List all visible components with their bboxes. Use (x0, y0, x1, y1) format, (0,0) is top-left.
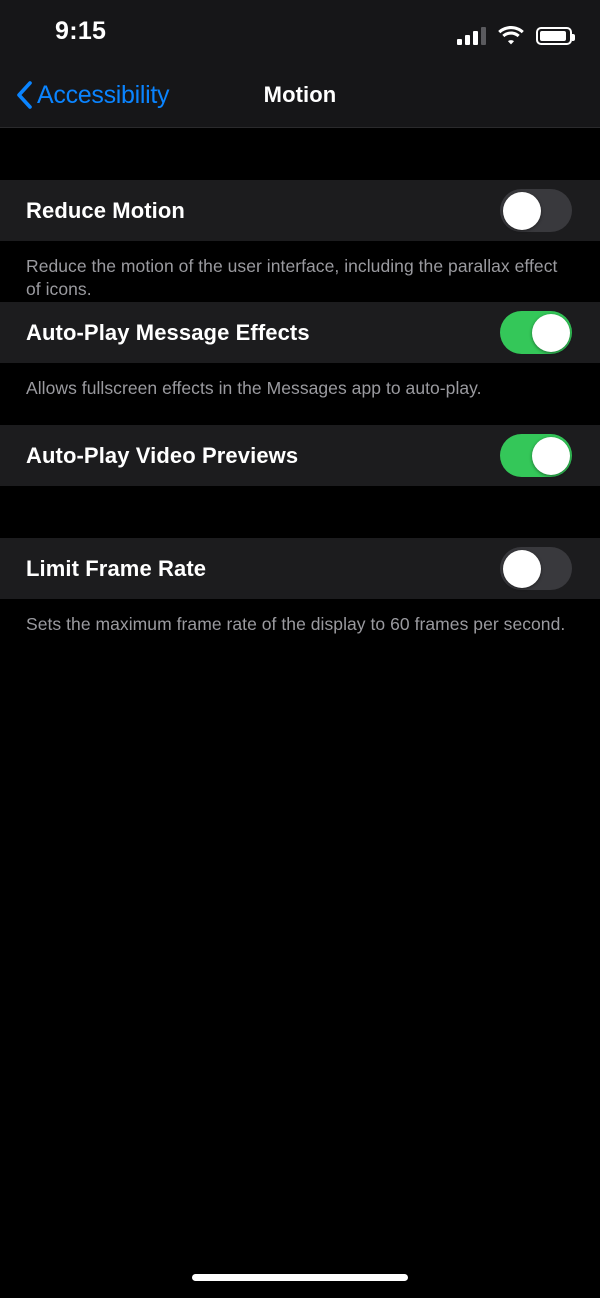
settings-list: Reduce Motion Reduce the motion of the u… (0, 129, 600, 1298)
section-reduce-motion: Reduce Motion Reduce the motion of the u… (0, 180, 600, 302)
cellular-bar-1 (457, 39, 462, 45)
row-auto-play-message-effects[interactable]: Auto-Play Message Effects (0, 302, 600, 363)
status-bar-time: 9:15 (55, 17, 107, 45)
cellular-bar-2 (465, 35, 470, 45)
toggle-auto-play-message-effects[interactable] (500, 311, 572, 354)
back-button[interactable]: Accessibility (16, 62, 170, 128)
wifi-icon (498, 26, 524, 45)
cellular-signal-icon (457, 27, 486, 45)
cellular-bar-3 (473, 31, 478, 45)
status-bar-indicators (457, 21, 575, 45)
toggle-knob (502, 549, 541, 588)
row-reduce-motion[interactable]: Reduce Motion (0, 180, 600, 241)
toggle-auto-play-video-previews[interactable] (500, 434, 572, 477)
toggle-knob (531, 313, 570, 352)
section-auto-play-video-previews: Auto-Play Video Previews (0, 425, 600, 486)
section-auto-play-message-effects: Auto-Play Message Effects Allows fullscr… (0, 302, 600, 425)
home-indicator[interactable] (192, 1274, 408, 1281)
row-auto-play-video-previews[interactable]: Auto-Play Video Previews (0, 425, 600, 486)
navigation-bar: Accessibility Motion (0, 62, 600, 128)
toggle-knob (502, 191, 541, 230)
battery-fill (540, 31, 566, 41)
back-button-label: Accessibility (37, 80, 170, 109)
row-label-auto-play-message-effects: Auto-Play Message Effects (26, 319, 310, 345)
footer-reduce-motion: Reduce the motion of the user interface,… (26, 256, 558, 300)
toggle-limit-frame-rate[interactable] (500, 547, 572, 590)
row-label-reduce-motion: Reduce Motion (26, 197, 185, 223)
chevron-left-icon (16, 81, 32, 109)
battery-icon (536, 27, 575, 45)
cellular-bar-4 (481, 27, 486, 45)
row-label-auto-play-video-previews: Auto-Play Video Previews (26, 442, 299, 468)
toggle-knob (531, 436, 570, 475)
footer-limit-frame-rate: Sets the maximum frame rate of the displ… (26, 614, 566, 634)
section-limit-frame-rate: Limit Frame Rate Sets the maximum frame … (0, 538, 600, 663)
footer-auto-play-message-effects: Allows fullscreen effects in the Message… (26, 378, 482, 398)
toggle-reduce-motion[interactable] (500, 189, 572, 232)
list-top-spacer (0, 129, 600, 180)
status-bar: 9:15 (0, 0, 600, 62)
row-label-limit-frame-rate: Limit Frame Rate (26, 555, 207, 581)
row-limit-frame-rate[interactable]: Limit Frame Rate (0, 538, 600, 599)
